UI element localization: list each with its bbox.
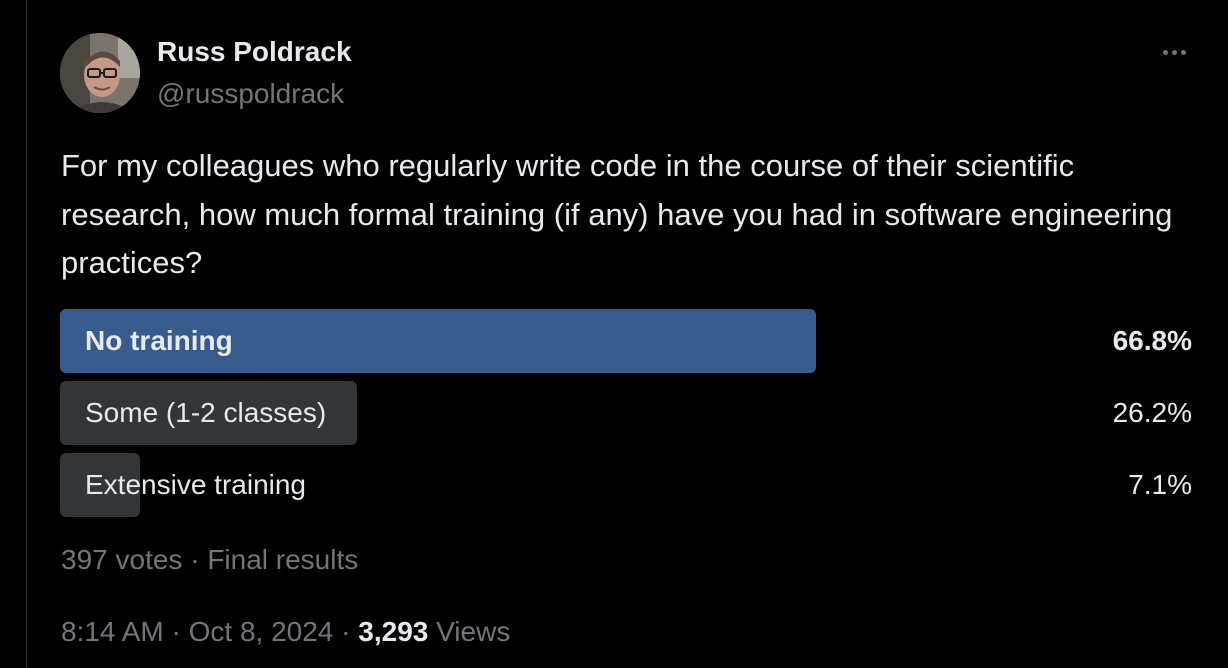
poll-option-label: Extensive training <box>85 469 307 500</box>
poll-option: No training 66.8% <box>60 309 1192 373</box>
divider <box>26 0 27 668</box>
more-horizontal-icon <box>1171 49 1177 55</box>
poll-option-label: No training <box>85 325 233 356</box>
author-display-name[interactable]: Russ Poldrack <box>157 36 352 68</box>
tweet-time[interactable]: 8:14 AM <box>61 616 164 647</box>
tweet-card: Russ Poldrack @russpoldrack For my colle… <box>0 0 1228 668</box>
views-label: Views <box>436 616 511 647</box>
poll-option-label: Some (1-2 classes) <box>85 397 327 428</box>
separator: · <box>182 544 208 575</box>
tweet-meta: 8:14 AM · Oct 8, 2024 · 3,293 Views <box>61 616 510 648</box>
poll-option-percent: 66.8% <box>1112 325 1192 356</box>
poll-option-percent: 26.2% <box>1112 397 1192 428</box>
poll-option-percent: 7.1% <box>1128 469 1192 500</box>
tweet-text: For my colleagues who regularly write co… <box>61 148 1173 280</box>
more-horizontal-icon <box>1162 49 1168 55</box>
tweet-date[interactable]: Oct 8, 2024 <box>189 616 334 647</box>
more-horizontal-icon <box>1180 49 1186 55</box>
separator: · <box>333 616 359 647</box>
avatar-image <box>60 33 140 113</box>
avatar[interactable] <box>60 33 140 113</box>
separator: · <box>163 616 189 647</box>
views-count: 3,293 <box>358 616 429 647</box>
poll-status: Final results <box>207 544 359 575</box>
poll-vote-count: 397 votes <box>61 544 183 575</box>
poll-option: Some (1-2 classes) 26.2% <box>60 381 1192 445</box>
author-handle[interactable]: @russpoldrack <box>157 78 344 110</box>
poll-summary: 397 votes · Final results <box>61 544 358 576</box>
poll-option: Extensive training 7.1% <box>60 453 1192 517</box>
more-button[interactable] <box>1150 36 1198 68</box>
